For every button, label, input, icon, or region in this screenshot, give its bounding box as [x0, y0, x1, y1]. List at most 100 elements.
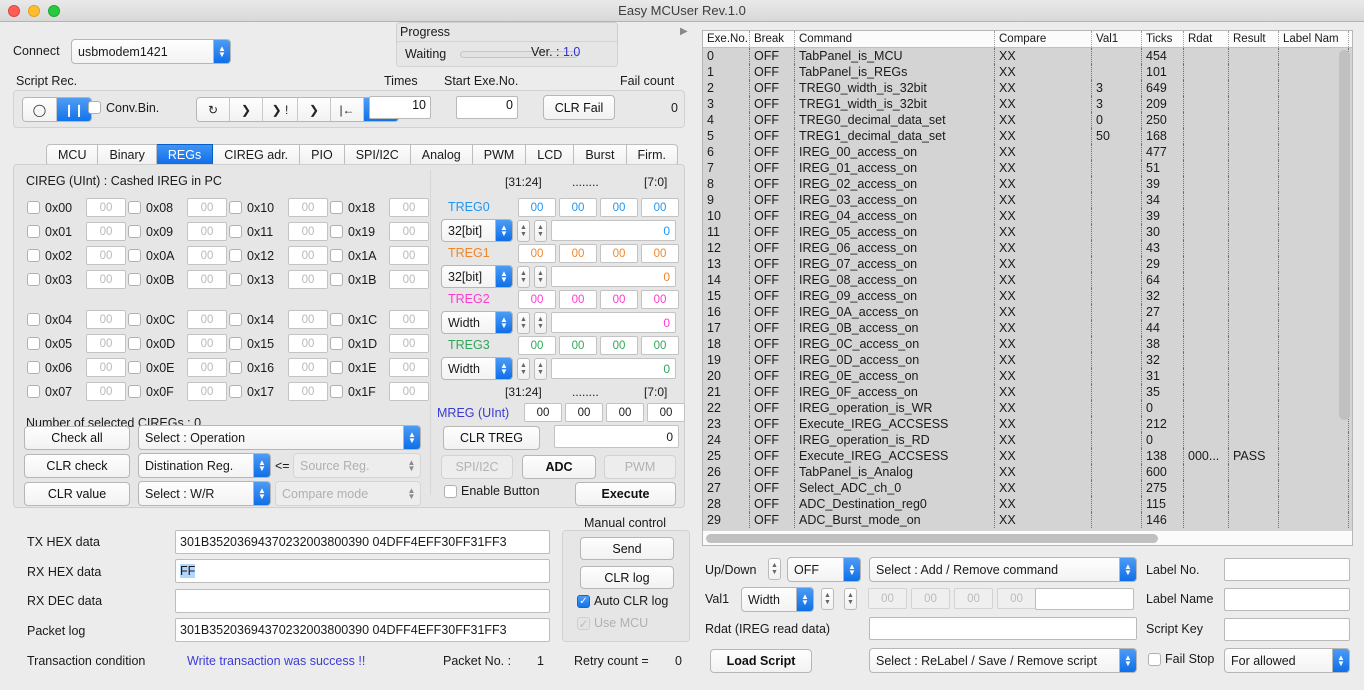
times-input[interactable]: 10: [369, 96, 431, 119]
cireg-value-input-0x05[interactable]: 00: [86, 334, 126, 353]
table-row[interactable]: 3 OFF TREG1_width_is_32bit XX 3 209: [703, 96, 1352, 112]
treg-decimal-input[interactable]: 0: [551, 358, 676, 379]
tab-bar[interactable]: MCU Binary REGs CIREG adr. PIO SPI/I2C Analog P…: [46, 144, 678, 166]
cireg-value-input-0x1F[interactable]: 00: [389, 382, 429, 401]
tab-regs[interactable]: REGs: [156, 144, 214, 166]
tab-cireg-adr[interactable]: CIREG adr.: [213, 144, 301, 166]
operation-select[interactable]: Select : Operation ▲ ▼: [138, 425, 421, 450]
tab-binary[interactable]: Binary: [98, 144, 157, 166]
table-row[interactable]: 1 OFF TabPanel_is_REGs XX 101: [703, 64, 1352, 80]
val1-decimal-input[interactable]: [1035, 588, 1134, 610]
treg-byte-input-1[interactable]: 00: [559, 290, 597, 309]
break-onoff-select[interactable]: OFF ▲ ▼: [787, 557, 861, 582]
table-row[interactable]: 24 OFF IREG_operation_is_RD XX 0: [703, 432, 1352, 448]
clr-check-button[interactable]: CLR check: [24, 454, 130, 478]
cireg-value-input-0x03[interactable]: 00: [86, 270, 126, 289]
record-segmented-control[interactable]: ◯ ❙❙: [22, 97, 92, 122]
cireg-checkbox-0x05[interactable]: [27, 337, 40, 350]
cireg-value-input-0x06[interactable]: 00: [86, 358, 126, 377]
column-header-exe[interactable]: Exe.No.: [703, 31, 750, 47]
table-row[interactable]: 2 OFF TREG0_width_is_32bit XX 3 649: [703, 80, 1352, 96]
table-row[interactable]: 23 OFF Execute_IREG_ACCSESS XX 212: [703, 416, 1352, 432]
treg-byte-input-2[interactable]: 00: [600, 198, 638, 217]
zoom-button[interactable]: [48, 5, 60, 17]
rx-hex-input[interactable]: FF: [175, 559, 550, 583]
column-header-cmd[interactable]: Command: [795, 31, 995, 47]
destination-reg-select[interactable]: Distination Reg. ▲ ▼: [138, 453, 271, 478]
mreg-byte-input-2[interactable]: 00: [606, 403, 644, 422]
table-row[interactable]: 13 OFF IREG_07_access_on XX 29: [703, 256, 1352, 272]
treg-width-select[interactable]: Width ▲ ▼: [441, 311, 513, 334]
load-script-button[interactable]: Load Script: [710, 649, 812, 673]
column-header-cmp[interactable]: Compare: [995, 31, 1092, 47]
tx-hex-input[interactable]: 301B35203694370232003800390 04DFF4EFF30F…: [175, 530, 550, 554]
clr-log-button[interactable]: CLR log: [580, 566, 674, 589]
adc-button[interactable]: ADC: [522, 455, 596, 479]
treg-stepper-2[interactable]: ▲ ▼: [534, 265, 547, 288]
val1-byte-input-1[interactable]: 00: [911, 588, 950, 609]
cireg-value-input-0x04[interactable]: 00: [86, 310, 126, 329]
up-down-stepper[interactable]: ▲ ▼: [768, 558, 781, 580]
cireg-value-input-0x14[interactable]: 00: [288, 310, 328, 329]
treg-byte-input-3[interactable]: 00: [641, 244, 679, 263]
cireg-checkbox-0x0E[interactable]: [128, 361, 141, 374]
close-button[interactable]: [8, 5, 20, 17]
table-row[interactable]: 28 OFF ADC_Destination_reg0 XX 115: [703, 496, 1352, 512]
minimize-button[interactable]: [28, 5, 40, 17]
cireg-checkbox-0x1D[interactable]: [330, 337, 343, 350]
rdat-input[interactable]: [869, 617, 1137, 640]
compare-mode-select[interactable]: Compare mode ▲ ▼: [275, 481, 421, 506]
cireg-value-input-0x16[interactable]: 00: [288, 358, 328, 377]
window-controls[interactable]: [8, 5, 60, 17]
relabel-save-remove-select[interactable]: Select : ReLabel / Save / Remove script …: [869, 648, 1137, 673]
treg-stepper-2[interactable]: ▲ ▼: [534, 357, 547, 380]
for-allowed-select[interactable]: For allowed ▲ ▼: [1224, 648, 1350, 673]
table-row[interactable]: 27 OFF Select_ADC_ch_0 XX 275: [703, 480, 1352, 496]
table-row[interactable]: 7 OFF IREG_01_access_on XX 51: [703, 160, 1352, 176]
val1-stepper-2[interactable]: ▲ ▼: [844, 588, 857, 610]
tab-lcd[interactable]: LCD: [526, 144, 575, 166]
cireg-checkbox-0x19[interactable]: [330, 225, 343, 238]
column-header-label[interactable]: Label Nam: [1279, 31, 1349, 47]
cireg-checkbox-0x16[interactable]: [229, 361, 242, 374]
treg-decimal-input[interactable]: 0: [551, 312, 676, 333]
cireg-value-input-0x07[interactable]: 00: [86, 382, 126, 401]
auto-clr-log-checkbox[interactable]: ✓: [577, 595, 590, 608]
record-pause-button[interactable]: ❙❙: [57, 98, 91, 121]
cireg-checkbox-0x01[interactable]: [27, 225, 40, 238]
command-table[interactable]: Exe.No. Break Command Compare Val1 Ticks Rdat R…: [702, 30, 1353, 546]
table-vertical-scrollbar[interactable]: [1339, 50, 1350, 520]
table-row[interactable]: 20 OFF IREG_0E_access_on XX 31: [703, 368, 1352, 384]
cireg-value-input-0x08[interactable]: 00: [187, 198, 227, 217]
table-row[interactable]: 0 OFF TabPanel_is_MCU XX 454: [703, 48, 1352, 64]
tab-firm[interactable]: Firm.: [626, 144, 678, 166]
packet-log-input[interactable]: 301B35203694370232003800390 04DFF4EFF30F…: [175, 618, 550, 642]
scrollbar-thumb[interactable]: [706, 534, 1158, 543]
treg-byte-input-2[interactable]: 00: [600, 290, 638, 309]
cireg-checkbox-0x17[interactable]: [229, 385, 242, 398]
run-icon[interactable]: ❯: [298, 98, 331, 121]
clr-treg-button[interactable]: CLR TREG: [443, 426, 540, 450]
cireg-value-input-0x0F[interactable]: 00: [187, 382, 227, 401]
label-no-input[interactable]: [1224, 558, 1350, 581]
record-button[interactable]: ◯: [23, 98, 57, 121]
cireg-checkbox-0x15[interactable]: [229, 337, 242, 350]
source-reg-select[interactable]: Source Reg. ▲ ▼: [293, 453, 421, 478]
cireg-checkbox-0x1E[interactable]: [330, 361, 343, 374]
cireg-checkbox-0x00[interactable]: [27, 201, 40, 214]
treg-stepper-1[interactable]: ▲ ▼: [517, 311, 530, 334]
treg-byte-input-1[interactable]: 00: [559, 244, 597, 263]
pwm-button[interactable]: PWM: [604, 455, 676, 479]
clr-value-button[interactable]: CLR value: [24, 482, 130, 506]
table-row[interactable]: 5 OFF TREG1_decimal_data_set XX 50 168: [703, 128, 1352, 144]
treg-stepper-1[interactable]: ▲ ▼: [517, 219, 530, 242]
table-row[interactable]: 22 OFF IREG_operation_is_WR XX 0: [703, 400, 1352, 416]
cireg-checkbox-0x0C[interactable]: [128, 313, 141, 326]
treg-stepper-2[interactable]: ▲ ▼: [534, 219, 547, 242]
cireg-value-input-0x1B[interactable]: 00: [389, 270, 429, 289]
cireg-value-input-0x0D[interactable]: 00: [187, 334, 227, 353]
cireg-checkbox-0x03[interactable]: [27, 273, 40, 286]
treg-byte-input-0[interactable]: 00: [518, 198, 556, 217]
treg-byte-input-3[interactable]: 00: [641, 198, 679, 217]
step-icon[interactable]: ❯: [230, 98, 263, 121]
